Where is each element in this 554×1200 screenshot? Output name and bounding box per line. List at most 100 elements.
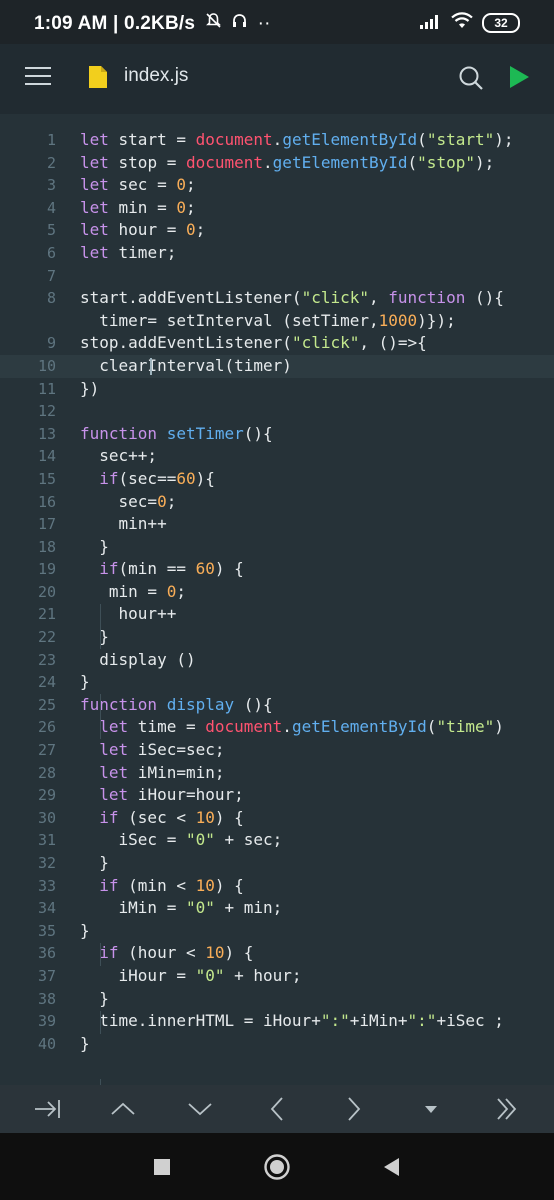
code-line[interactable]: 26 let time = document.getElementById("t… <box>0 716 554 739</box>
line-number: 23 <box>37 650 56 669</box>
back-button[interactable] <box>376 1153 406 1181</box>
code-line[interactable]: 9 stop.addEventListener("click", ()=>{ <box>0 332 554 355</box>
dropdown-key[interactable] <box>411 1093 451 1125</box>
code-line[interactable]: 13 function setTimer(){ <box>0 423 554 446</box>
line-number: 11 <box>37 379 56 398</box>
line-number: 13 <box>37 424 56 443</box>
headphones-icon <box>231 13 253 34</box>
code-line[interactable]: 31 iSec = "0" + sec; <box>0 829 554 852</box>
line-number: 9 <box>46 334 56 353</box>
code-line[interactable]: 3 let sec = 0; <box>0 174 554 197</box>
recents-button[interactable] <box>147 1153 177 1181</box>
indent-guide <box>100 604 101 649</box>
indent-guide <box>100 694 101 739</box>
code-line[interactable]: 7 <box>0 265 554 288</box>
network-speed: 0.2KB/s <box>124 13 196 34</box>
code-line[interactable]: 22 } <box>0 626 554 649</box>
code-line[interactable]: 16 sec=0; <box>0 491 554 514</box>
code-line[interactable]: 25 function display (){ <box>0 694 554 717</box>
code-text: let iHour=hour; <box>99 785 244 805</box>
code-line[interactable]: 35} <box>0 920 554 943</box>
line-number: 39 <box>37 1012 56 1031</box>
line-number: 37 <box>37 966 56 985</box>
code-text: min++ <box>80 514 167 534</box>
code-text: if (sec < 10) { <box>99 807 244 827</box>
code-line[interactable]: 18 } <box>0 536 554 559</box>
code-text: iSec = "0" + sec; <box>80 830 283 850</box>
code-line[interactable]: 17 min++ <box>0 513 554 536</box>
code-line[interactable]: 4 let min = 0; <box>0 197 554 220</box>
code-text: timer= setInterval (setTimer,1000)}); <box>80 310 456 330</box>
indent-guide <box>100 943 101 966</box>
code-line[interactable]: 15 if(sec==60){ <box>0 468 554 491</box>
code-line[interactable]: 19 if(min == 60) { <box>0 558 554 581</box>
run-icon[interactable] <box>506 64 532 90</box>
code-line-wrapped[interactable]: timer= setInterval (setTimer,1000)}); <box>0 310 554 333</box>
code-line[interactable]: 21 hour++ <box>0 603 554 626</box>
code-line[interactable]: 34 iMin = "0" + min; <box>0 897 554 920</box>
code-line[interactable]: 39 time.innerHTML = iHour+":"+iMin+":"+i… <box>0 1010 554 1033</box>
code-text: } <box>80 853 109 872</box>
line-number: 40 <box>37 1034 56 1053</box>
code-line[interactable]: 33 if (min < 10) { <box>0 875 554 898</box>
code-line[interactable]: 40} <box>0 1033 554 1056</box>
code-line[interactable]: 8 start.addEventListener("click", functio… <box>0 287 554 310</box>
line-number: 38 <box>37 989 56 1008</box>
recents-square-icon <box>154 1159 170 1175</box>
code-line[interactable]: 28 let iMin=min; <box>0 762 554 785</box>
line-number: 36 <box>37 944 56 963</box>
code-line[interactable]: 24} <box>0 671 554 694</box>
code-line[interactable]: 5 let hour = 0; <box>0 219 554 242</box>
code-line[interactable]: 12 <box>0 400 554 423</box>
line-number: 31 <box>37 831 56 850</box>
code-line[interactable]: 11}) <box>0 378 554 401</box>
code-text: if (min < 10) { <box>99 875 244 895</box>
code-text: let sec = 0; <box>80 175 196 195</box>
code-text: } <box>80 1033 90 1053</box>
text-cursor <box>150 357 152 375</box>
back-triangle-icon <box>384 1158 399 1176</box>
code-text: if (hour < 10) { <box>99 943 254 963</box>
up-key[interactable] <box>103 1093 143 1125</box>
code-text: let min = 0; <box>80 197 196 217</box>
code-line[interactable]: 36 if (hour < 10) { <box>0 942 554 965</box>
code-line[interactable]: 38 } <box>0 988 554 1011</box>
tab-key[interactable] <box>27 1093 67 1125</box>
code-line[interactable]: 27 let iSec=sec; <box>0 739 554 762</box>
code-text: function display (){ <box>80 694 273 714</box>
menu-icon[interactable] <box>25 67 51 87</box>
code-text: let iMin=min; <box>99 762 225 782</box>
code-line[interactable]: 23 display () <box>0 649 554 672</box>
code-line[interactable]: 30 if (sec < 10) { <box>0 807 554 830</box>
code-line[interactable]: 1 let start = document.getElementById("st… <box>0 129 554 152</box>
code-text: start.addEventListener("click", function… <box>80 288 504 308</box>
line-number: 21 <box>37 605 56 624</box>
line-number: 34 <box>37 899 56 918</box>
line-number: 18 <box>37 537 56 556</box>
tab-arrow-icon <box>35 1100 60 1118</box>
code-line[interactable]: 14 sec++; <box>0 445 554 468</box>
line-number: 17 <box>37 515 56 534</box>
home-button[interactable] <box>262 1153 292 1181</box>
code-text: iMin = "0" + min; <box>80 898 283 918</box>
end-key[interactable] <box>487 1093 527 1125</box>
line-number: 35 <box>37 921 56 940</box>
line-number: 22 <box>37 628 56 647</box>
code-text: display () <box>99 649 196 669</box>
code-line[interactable]: 20 min = 0; <box>0 581 554 604</box>
right-key[interactable] <box>334 1093 374 1125</box>
code-area[interactable]: 1 let start = document.getElementById("st… <box>0 129 554 1102</box>
line-number: 4 <box>46 198 56 217</box>
code-line[interactable]: 29 let iHour=hour; <box>0 784 554 807</box>
code-editor[interactable]: 1 let start = document.getElementById("st… <box>0 114 554 1102</box>
code-line[interactable]: 37 iHour = "0" + hour; <box>0 965 554 988</box>
code-line[interactable]: 2 let stop = document.getElementById("sto… <box>0 152 554 175</box>
line-number: 16 <box>37 492 56 511</box>
left-key[interactable] <box>257 1093 297 1125</box>
code-line[interactable]: 6 let timer; <box>0 242 554 265</box>
line-number: 19 <box>37 560 56 579</box>
search-icon[interactable] <box>457 64 485 92</box>
code-line-active[interactable]: 10 clearInterval(timer) <box>0 354 554 378</box>
down-key[interactable] <box>180 1093 220 1125</box>
code-line[interactable]: 32 } <box>0 852 554 875</box>
